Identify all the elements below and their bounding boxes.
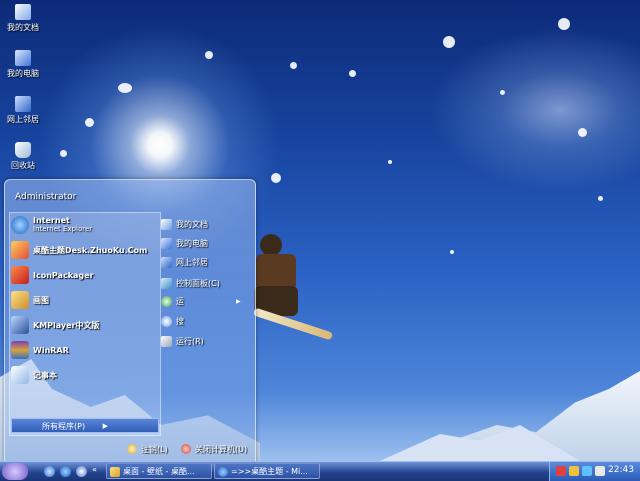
start-item-paint[interactable]: 画图 [11,289,151,311]
start-right-run[interactable]: 运 ▶ [161,294,241,309]
start-item-iconpackager[interactable]: IconPackager [11,264,151,286]
taskbar-task-zhuoku-browser[interactable]: =>>桌酷主题 - Mi... [214,463,320,479]
tray-volume-icon[interactable] [595,466,605,476]
start-menu: Administrator Internet Internet Explorer… [4,179,256,463]
snowflake [450,250,454,254]
internet-explorer-icon [11,216,29,234]
desktop-icon-network-places[interactable]: 网上邻居 [0,96,46,125]
snowboarder-jacket [256,254,296,290]
kmplayer-icon [11,316,29,334]
desktop-icon-recycle-bin[interactable]: 回收站 [0,142,46,171]
shutdown-button[interactable]: 关闭计算机(U) [181,442,247,456]
tray-app-icon[interactable] [556,466,566,476]
start-item-internet[interactable]: Internet Internet Explorer [11,214,151,236]
paint-icon [11,291,29,309]
my-documents-icon [15,4,31,20]
start-item-notepad[interactable]: 记事本 [11,364,151,386]
snowflake [598,196,603,201]
notepad-icon [11,366,29,384]
show-desktop-icon[interactable] [44,466,55,477]
snowflake [558,18,570,30]
start-item-zhuoku[interactable]: 桌酷主题Desk.ZhuoKu.Com [11,239,151,261]
my-computer-icon [161,238,172,249]
snowflake [60,150,67,157]
snowflake [205,51,213,59]
folder-icon [110,467,120,477]
start-menu-username: Administrator [15,192,77,202]
desktop-icon-my-documents[interactable]: 我的文档 [0,4,46,33]
run-icon [161,336,172,347]
start-right-control-panel[interactable]: 控制面板(C) [161,276,220,291]
snowflake [349,70,356,77]
snowflake [578,128,587,137]
network-places-icon [161,257,172,268]
recycle-bin-icon [15,142,31,158]
all-programs-label: 所有程序(P) [42,422,86,431]
snowflake [443,36,455,48]
logoff-button[interactable]: 注销(L) [127,442,168,456]
start-right-run-dialog[interactable]: 运行(R) [161,334,204,349]
clock[interactable]: 22:43 [608,465,634,475]
power-icon [181,444,191,454]
quicklaunch-chevron-icon[interactable]: « [92,465,97,474]
tray-app-icon[interactable] [569,466,579,476]
key-icon [127,444,137,454]
media-player-icon[interactable] [76,466,87,477]
snowflake [388,160,392,164]
search-icon [161,316,172,327]
zhuoku-theme-icon [11,241,29,259]
snowflake [290,62,297,69]
all-programs-button[interactable]: 所有程序(P) ▶ [11,418,159,433]
my-computer-icon [15,50,31,66]
start-item-kmplayer[interactable]: KMPlayer中文版 [11,314,151,336]
taskbar-task-desktop-wallpaper[interactable]: 桌面 - 壁纸 - 桌酷... [106,463,212,479]
my-documents-icon [161,219,172,230]
start-right-search[interactable]: 搜 [161,314,184,329]
snowflake [271,173,281,183]
snowflake [118,83,132,93]
snowflake [500,90,505,95]
taskbar: « 桌面 - 壁纸 - 桌酷... =>>桌酷主题 - Mi... 22:43 [0,461,640,481]
start-item-winrar[interactable]: WinRAR [11,339,151,361]
start-right-my-documents[interactable]: 我的文档 [161,217,208,232]
arrow-right-icon: ▶ [236,298,241,305]
snowboarder-helmet [260,234,282,256]
snowboarder-figure [250,230,340,350]
run-icon [161,296,172,307]
winrar-icon [11,341,29,359]
snowflake [85,118,94,127]
browser-icon [218,467,228,477]
system-tray: 22:43 [549,462,640,481]
internet-explorer-icon[interactable] [60,466,71,477]
start-right-network-places[interactable]: 网上邻居 [161,255,208,270]
iconpackager-icon [11,266,29,284]
start-button[interactable] [2,463,28,480]
start-right-my-computer[interactable]: 我的电脑 [161,236,208,251]
control-panel-icon [161,278,172,289]
tray-network-icon[interactable] [582,466,592,476]
arrow-right-icon: ▶ [102,422,108,430]
network-places-icon [15,96,31,112]
desktop-icon-my-computer[interactable]: 我的电脑 [0,50,46,79]
